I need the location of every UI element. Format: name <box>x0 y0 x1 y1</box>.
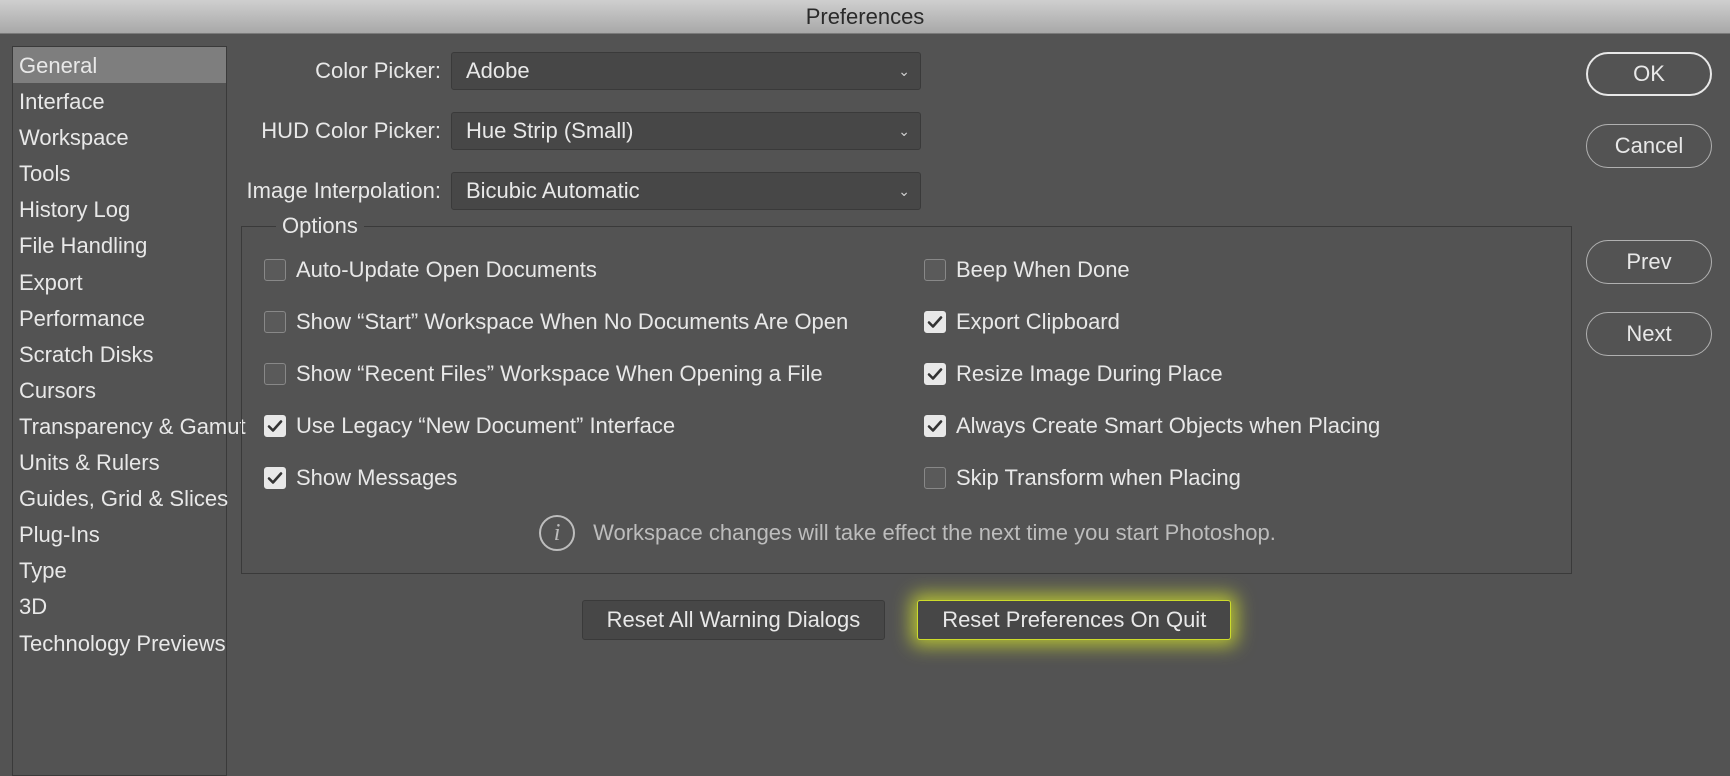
sidebar-item-cursors[interactable]: Cursors <box>13 372 226 408</box>
checkbox-label: Always Create Smart Objects when Placing <box>956 413 1380 439</box>
cancel-button[interactable]: Cancel <box>1586 124 1712 168</box>
checkbox-always-create-smart-objects-when-placing[interactable]: Always Create Smart Objects when Placing <box>924 413 1551 439</box>
checkbox-box <box>924 363 946 385</box>
row-hud-color-picker: HUD Color Picker: Hue Strip (Small) ⌄ <box>241 112 1572 150</box>
select-color-picker-value: Adobe <box>466 58 530 84</box>
checkbox-show-messages[interactable]: Show Messages <box>264 465 914 491</box>
reset-preferences-on-quit-button[interactable]: Reset Preferences On Quit <box>917 600 1231 640</box>
checkbox-box <box>264 259 286 281</box>
checkbox-beep-when-done[interactable]: Beep When Done <box>924 257 1551 283</box>
checkbox-box <box>264 311 286 333</box>
label-color-picker: Color Picker: <box>241 58 451 84</box>
main-panel: Color Picker: Adobe ⌄ HUD Color Picker: … <box>241 46 1572 776</box>
chevron-down-icon: ⌄ <box>898 183 910 200</box>
sidebar-item-tools[interactable]: Tools <box>13 155 226 191</box>
checkbox-label: Resize Image During Place <box>956 361 1223 387</box>
label-hud-color-picker: HUD Color Picker: <box>241 118 451 144</box>
sidebar-item-history-log[interactable]: History Log <box>13 191 226 227</box>
options-grid: Auto-Update Open Documents Beep When Done… <box>264 257 1551 491</box>
sidebar-item-general[interactable]: General <box>13 47 226 83</box>
select-color-picker[interactable]: Adobe ⌄ <box>451 52 921 90</box>
checkbox-box <box>924 311 946 333</box>
sidebar-item-scratch-disks[interactable]: Scratch Disks <box>13 336 226 372</box>
sidebar-item-workspace[interactable]: Workspace <box>13 119 226 155</box>
checkbox-label: Show “Recent Files” Workspace When Openi… <box>296 361 823 387</box>
checkbox-export-clipboard[interactable]: Export Clipboard <box>924 309 1551 335</box>
checkbox-box <box>924 259 946 281</box>
checkbox-label: Beep When Done <box>956 257 1130 283</box>
sidebar-item-file-handling[interactable]: File Handling <box>13 227 226 263</box>
checkbox-label: Auto-Update Open Documents <box>296 257 597 283</box>
info-row: i Workspace changes will take effect the… <box>264 515 1551 551</box>
checkbox-show-recent-files-workspace-when-opening-a-file[interactable]: Show “Recent Files” Workspace When Openi… <box>264 361 914 387</box>
prev-button[interactable]: Prev <box>1586 240 1712 284</box>
sidebar-item-3d[interactable]: 3D <box>13 588 226 624</box>
reset-warnings-button[interactable]: Reset All Warning Dialogs <box>582 600 886 640</box>
row-color-picker: Color Picker: Adobe ⌄ <box>241 52 1572 90</box>
checkbox-use-legacy-new-document-interface[interactable]: Use Legacy “New Document” Interface <box>264 413 914 439</box>
checkbox-auto-update-open-documents[interactable]: Auto-Update Open Documents <box>264 257 914 283</box>
info-icon: i <box>539 515 575 551</box>
window-title: Preferences <box>806 4 925 30</box>
sidebar-item-technology-previews[interactable]: Technology Previews <box>13 625 226 661</box>
sidebar-item-units-rulers[interactable]: Units & Rulers <box>13 444 226 480</box>
chevron-down-icon: ⌄ <box>898 123 910 140</box>
checkbox-label: Show Messages <box>296 465 457 491</box>
checkbox-box <box>264 363 286 385</box>
checkbox-label: Skip Transform when Placing <box>956 465 1241 491</box>
checkbox-label: Use Legacy “New Document” Interface <box>296 413 675 439</box>
checkbox-label: Show “Start” Workspace When No Documents… <box>296 309 848 335</box>
options-fieldset: Options Auto-Update Open DocumentsBeep W… <box>241 226 1572 574</box>
sidebar-item-export[interactable]: Export <box>13 264 226 300</box>
next-button[interactable]: Next <box>1586 312 1712 356</box>
checkbox-box <box>264 415 286 437</box>
sidebar-item-type[interactable]: Type <box>13 552 226 588</box>
options-legend: Options <box>276 213 364 239</box>
select-image-interpolation[interactable]: Bicubic Automatic ⌄ <box>451 172 921 210</box>
info-text: Workspace changes will take effect the n… <box>593 520 1276 546</box>
sidebar-item-plug-ins[interactable]: Plug-Ins <box>13 516 226 552</box>
checkbox-skip-transform-when-placing[interactable]: Skip Transform when Placing <box>924 465 1551 491</box>
label-image-interpolation: Image Interpolation: <box>241 178 451 204</box>
sidebar-item-guides-grid-slices[interactable]: Guides, Grid & Slices <box>13 480 226 516</box>
checkbox-box <box>264 467 286 489</box>
ok-button[interactable]: OK <box>1586 52 1712 96</box>
sidebar-item-transparency-gamut[interactable]: Transparency & Gamut <box>13 408 226 444</box>
checkbox-resize-image-during-place[interactable]: Resize Image During Place <box>924 361 1551 387</box>
sidebar: GeneralInterfaceWorkspaceToolsHistory Lo… <box>12 46 227 776</box>
checkbox-label: Export Clipboard <box>956 309 1120 335</box>
window-titlebar: Preferences <box>0 0 1730 34</box>
form-rows: Color Picker: Adobe ⌄ HUD Color Picker: … <box>241 46 1572 224</box>
window-body: GeneralInterfaceWorkspaceToolsHistory Lo… <box>0 34 1730 776</box>
checkbox-box <box>924 415 946 437</box>
chevron-down-icon: ⌄ <box>898 63 910 80</box>
select-hud-color-picker[interactable]: Hue Strip (Small) ⌄ <box>451 112 921 150</box>
bottom-buttons: Reset All Warning Dialogs Reset Preferen… <box>241 600 1572 640</box>
select-hud-color-picker-value: Hue Strip (Small) <box>466 118 633 144</box>
select-image-interpolation-value: Bicubic Automatic <box>466 178 640 204</box>
checkbox-show-start-workspace-when-no-documents-are-open[interactable]: Show “Start” Workspace When No Documents… <box>264 309 914 335</box>
row-image-interpolation: Image Interpolation: Bicubic Automatic ⌄ <box>241 172 1572 210</box>
sidebar-item-interface[interactable]: Interface <box>13 83 226 119</box>
sidebar-item-performance[interactable]: Performance <box>13 300 226 336</box>
checkbox-box <box>924 467 946 489</box>
right-button-column: OK Cancel Prev Next <box>1586 46 1712 776</box>
